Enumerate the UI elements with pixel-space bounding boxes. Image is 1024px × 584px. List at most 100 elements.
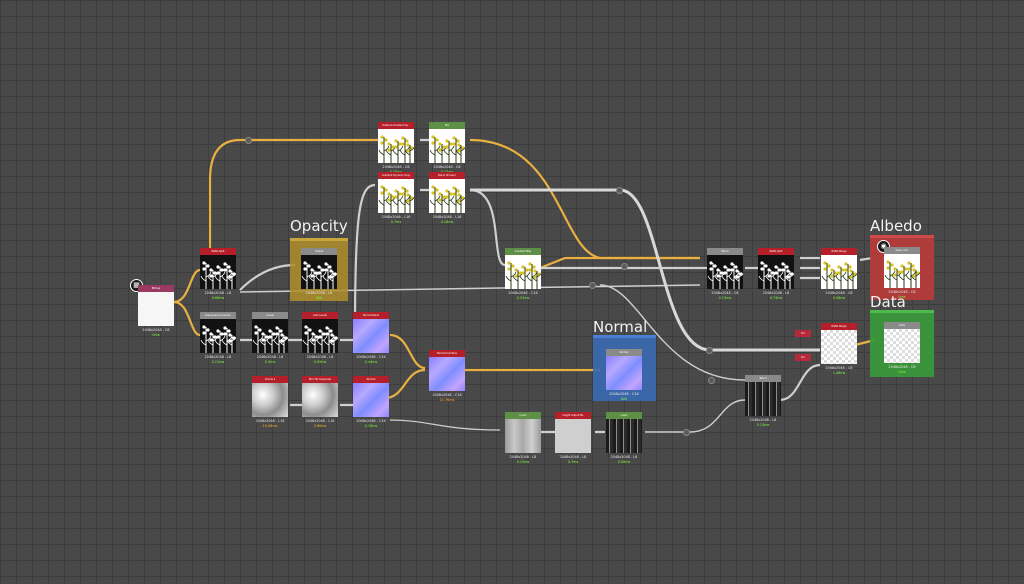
node-resolution: 2048x2048 - L16: [432, 215, 462, 219]
node-thumbnail: [758, 255, 794, 289]
graph-node[interactable]: Blend (Screen) 2048x2048 - L16 4.18ms: [429, 172, 465, 224]
node-thumbnail: [378, 129, 414, 163]
reroute-dot[interactable]: [621, 263, 628, 270]
graph-node[interactable]: Blend 2048x2048 - C8 0.13ms: [707, 248, 743, 300]
graph-node[interactable]: Invert 2048x2048 - L8 0.06ms: [606, 412, 642, 464]
node-thumbnail: [505, 419, 541, 453]
graph-node[interactable]: Gradient Dynamic Gray 2048x2048 - L16 0.…: [378, 172, 414, 224]
node-thumbnail: [252, 319, 288, 353]
graph-node[interactable]: Mix 2048x2048 - C8 0.13ms: [429, 122, 465, 174]
node-header: Output: [301, 248, 337, 255]
node-thumbnail: [302, 319, 338, 353]
graph-node[interactable]: Blend 2048x2048 - L8 0.13ms: [745, 375, 781, 427]
node-thumbnail: [555, 419, 591, 453]
node-header: Gradient Map: [505, 248, 541, 255]
opacity-frame-title: Opacity: [290, 217, 348, 235]
node-header: RGBA Split: [758, 248, 794, 255]
node-thumbnail: [200, 255, 236, 289]
node-thumbnail: [821, 330, 857, 364]
wire: [469, 138, 700, 260]
reroute-dot[interactable]: [708, 377, 715, 384]
graph-node[interactable]: Gradient Map 2048x2048 - C16 0.31ms: [505, 248, 541, 300]
wire: [389, 419, 501, 431]
node-header: Blur HQ Grayscale: [302, 376, 338, 383]
wire: [539, 256, 700, 270]
node-resolution: 2048x2048 - C8: [888, 365, 916, 369]
node-header: Normal Combine: [429, 350, 465, 357]
input-chip[interactable]: 0x: [795, 354, 811, 361]
node-time: 0.21ms: [211, 360, 225, 364]
graph-node[interactable]: Normal Blend 2048x2048 - C16 0.44ms: [353, 312, 389, 364]
node-header: Normal Blend: [353, 312, 389, 319]
node-thumbnail: [821, 255, 857, 289]
node-header: Blend: [707, 248, 743, 255]
wire: [645, 399, 746, 433]
graph-node[interactable]: Clouds 2 2048x2048 - L16 19.48ms: [252, 376, 288, 428]
node-header: RGBA Merge: [821, 323, 857, 330]
graph-node[interactable]: Bitmap 2048x2048 - C8 0ms: [138, 285, 174, 337]
graph-node[interactable]: RGBA Merge 2048x2048 - C8 1.46ms: [821, 323, 857, 375]
graph-node[interactable]: Height Output ML 2048x2048 - L8 0.7ms: [555, 412, 591, 464]
node-resolution: 2048x2048 - L8: [749, 418, 777, 422]
graph-node[interactable]: Data 2048x2048 - C8 0ms: [884, 322, 920, 374]
node-thumbnail: [884, 329, 920, 363]
graph-node[interactable]: Auto Levels 2048x2048 - L8 0.09ms: [302, 312, 338, 364]
node-header: Levels: [252, 312, 288, 319]
node-resolution: 2048x2048 - C8: [433, 165, 461, 169]
node-header: RGBA Merge: [821, 248, 857, 255]
node-resolution: 2048x2048 - L8: [204, 291, 232, 295]
node-resolution: 2048x2048 - L8: [204, 355, 232, 359]
graph-node[interactable]: Normal 2048x2048 - C16 0.18ms: [353, 376, 389, 428]
node-header: Invert: [505, 412, 541, 419]
reroute-dot[interactable]: [616, 187, 623, 194]
node-time: 0.36ms: [832, 296, 846, 300]
node-header: base_color: [884, 247, 920, 254]
node-thumbnail: [353, 319, 389, 353]
node-thumbnail: [429, 179, 465, 213]
node-header: Invert: [606, 412, 642, 419]
node-time: 0.18ms: [364, 424, 378, 428]
node-resolution: 2048x2048 - C16: [432, 393, 462, 397]
node-header: Gradient Dynamic Gray: [378, 172, 414, 179]
node-header: Blend: [745, 375, 781, 382]
node-resolution: 2048x2048 - L8: [305, 291, 333, 295]
node-header: Clouds 2: [252, 376, 288, 383]
node-thumbnail: [252, 383, 288, 417]
node-resolution: 2048x2048 - C8: [888, 290, 916, 294]
graph-node[interactable]: Levels 2048x2048 - L8 0.3ms: [252, 312, 288, 364]
node-thumbnail: [606, 356, 642, 390]
node-header: Normal: [606, 349, 642, 356]
node-header: RGBA Split: [200, 248, 236, 255]
reroute-dot[interactable]: [589, 282, 596, 289]
graph-node[interactable]: base_color 2048x2048 - C8 0ms: [884, 247, 920, 299]
node-resolution: 2048x2048 - C8: [142, 328, 170, 332]
graph-node[interactable]: RGBA Split 2048x2048 - L8 0.66ms: [200, 248, 236, 300]
node-time: 0ms: [898, 295, 906, 299]
node-time: 0.13ms: [756, 423, 770, 427]
reroute-dot[interactable]: [245, 137, 252, 144]
graph-node[interactable]: Distance Gradient Dy... 2048x2048 - C8 0…: [378, 122, 414, 174]
reroute-dot[interactable]: [683, 429, 690, 436]
node-thumbnail: [138, 292, 174, 326]
node-thumbnail: [302, 383, 338, 417]
wire: [469, 188, 506, 267]
albedo-frame-title: Albedo: [870, 217, 922, 235]
graph-node[interactable]: RGBA Split 2048x2048 - L8 0.74ms: [758, 248, 794, 300]
graph-node[interactable]: Normal Combine 2048x2048 - C16 11.76ms: [429, 350, 465, 402]
node-header: Normal: [353, 376, 389, 383]
node-header: Height Output ML: [555, 412, 591, 419]
graph-node[interactable]: Invert 2048x2048 - L8 0.15ms: [505, 412, 541, 464]
wire: [353, 183, 376, 331]
node-thumbnail: [745, 382, 781, 416]
normal-frame-title: Normal: [593, 318, 648, 336]
reroute-dot[interactable]: [706, 347, 713, 354]
graph-node[interactable]: Normal 2048x2048 - C16 N/A: [606, 349, 642, 401]
graph-node[interactable]: Grayscale Conversion 2048x2048 - L8 0.21…: [200, 312, 236, 364]
node-time: 0.31ms: [516, 296, 530, 300]
graph-node[interactable]: Output 2048x2048 - L8 N/A: [301, 248, 337, 300]
input-chip[interactable]: 0x: [795, 330, 811, 337]
node-thumbnail: [353, 383, 389, 417]
node-thumbnail: [505, 255, 541, 289]
graph-node[interactable]: RGBA Merge 2048x2048 - C8 0.36ms: [821, 248, 857, 300]
graph-node[interactable]: Blur HQ Grayscale 2048x2048 - L16 3.86ms: [302, 376, 338, 428]
